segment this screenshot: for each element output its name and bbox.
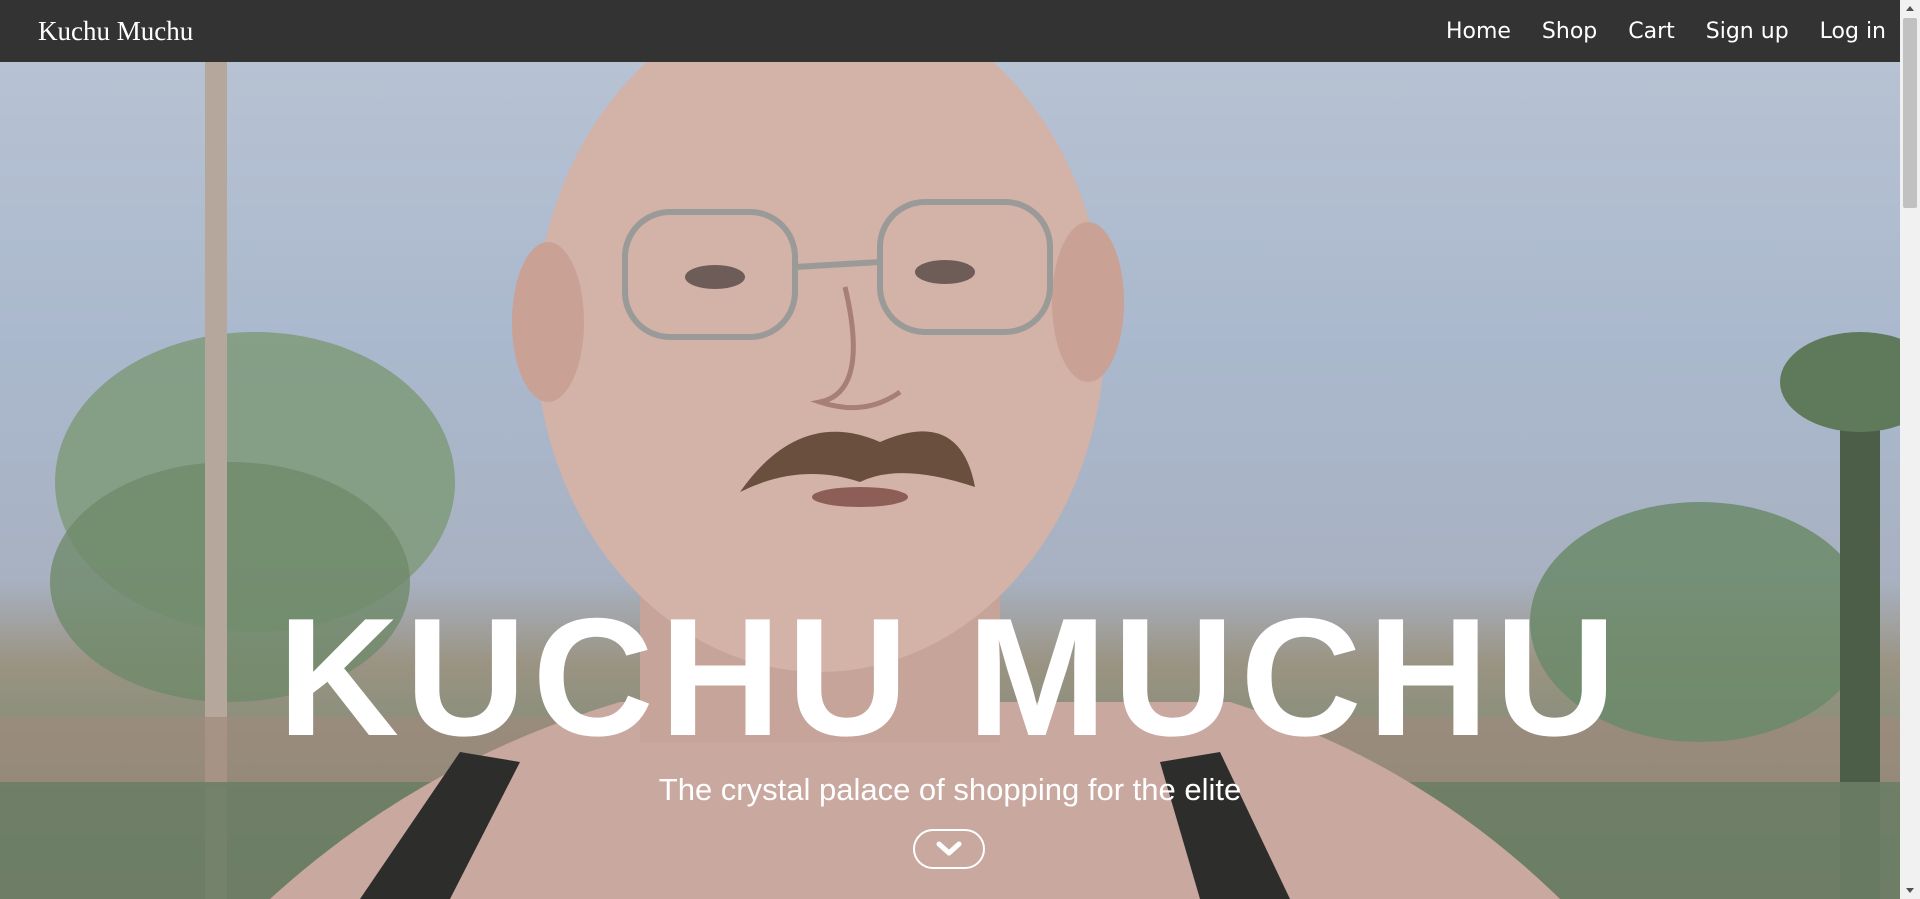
scroll-up-arrow-icon[interactable] [1905,4,1915,14]
nav-link-cart[interactable]: Cart [1628,19,1675,44]
nav-link-log-in[interactable]: Log in [1820,19,1886,44]
hero-subtitle: The crystal palace of shopping for the e… [658,772,1242,807]
nav-link-sign-up[interactable]: Sign up [1706,19,1789,44]
hero-title: KUCHU MUCHU [277,583,1623,771]
page-scrollbar[interactable] [1900,0,1920,899]
hero-section: KUCHU MUCHU The crystal palace of shoppi… [0,62,1900,899]
navbar: Kuchu Muchu Home Shop Cart Sign up Log i… [0,0,1900,62]
brand-logo[interactable]: Kuchu Muchu [38,16,193,47]
scrollbar-thumb[interactable] [1903,18,1917,208]
chevron-down-icon [936,841,962,856]
nav-link-home[interactable]: Home [1446,19,1511,44]
nav-link-shop[interactable]: Shop [1542,19,1597,44]
scroll-down-button[interactable] [913,829,985,869]
scroll-down-arrow-icon[interactable] [1905,885,1915,895]
nav-links: Home Shop Cart Sign up Log in [1446,19,1886,44]
